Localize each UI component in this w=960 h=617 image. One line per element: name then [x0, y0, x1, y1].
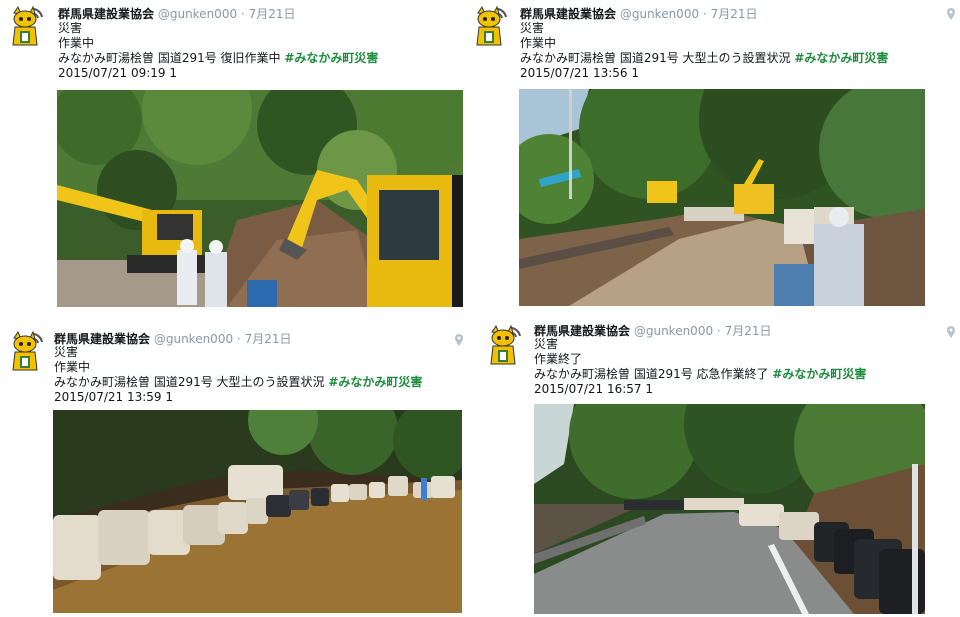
author-name[interactable]: 群馬県建設業協会 — [58, 7, 154, 21]
tweet-line: 災害 — [534, 337, 559, 351]
tweet-timestamp: 2015/07/21 13:56 1 — [520, 66, 640, 80]
author-handle[interactable]: @gunken000 — [158, 7, 237, 21]
author-handle[interactable]: @gunken000 — [634, 324, 713, 338]
hashtag-link[interactable]: #みなかみ町災害 — [794, 51, 888, 65]
tweet-text-line: みなかみ町湯桧曽 国道291号 復旧作業中 #みなかみ町災害 — [58, 51, 378, 66]
separator-dot: · — [240, 7, 245, 21]
hashtag-link[interactable]: #みなかみ町災害 — [328, 375, 422, 389]
location-pin-icon[interactable] — [455, 334, 463, 346]
tweet-card[interactable]: 群馬県建設業協会 @gunken000 · 7月21日 災害 作業中 みなかみ町… — [0, 0, 470, 310]
photo-sandbag-row-icon — [53, 410, 462, 613]
tweet-photo[interactable] — [57, 90, 463, 307]
author-name[interactable]: 群馬県建設業協会 — [534, 324, 630, 338]
tweet-text: みなかみ町湯桧曽 国道291号 応急作業終了 — [534, 367, 769, 381]
tweet-card[interactable]: 群馬県建設業協会 @gunken000 · 7月21日 災害 作業中 みなかみ町… — [0, 320, 470, 617]
separator-dot: · — [716, 324, 721, 338]
photo-excavators-icon — [57, 90, 463, 307]
mascot-avatar-icon[interactable] — [8, 5, 44, 49]
location-pin-icon[interactable] — [947, 326, 955, 338]
tweet-line: 作業中 — [54, 360, 91, 374]
tweet-line: 災害 — [54, 345, 79, 359]
tweet-text: みなかみ町湯桧曽 国道291号 復旧作業中 — [58, 51, 281, 65]
tweet-line: 作業中 — [520, 36, 557, 50]
author-handle[interactable]: @gunken000 — [154, 332, 233, 346]
tweet-date[interactable]: 7月21日 — [249, 7, 296, 21]
tweet-line: 災害 — [520, 21, 545, 35]
mascot-avatar-icon[interactable] — [8, 330, 44, 374]
tweet-timestamp: 2015/07/21 16:57 1 — [534, 382, 654, 396]
photo-cleared-road-icon — [534, 404, 925, 614]
tweet-date[interactable]: 7月21日 — [725, 324, 772, 338]
tweet-card[interactable]: 群馬県建設業協会 @gunken000 · 7月21日 災害 作業中 みなかみ町… — [470, 0, 960, 310]
location-pin-icon[interactable] — [947, 8, 955, 20]
tweet-timestamp: 2015/07/21 13:59 1 — [54, 390, 174, 404]
tweet-card[interactable]: 群馬県建設業協会 @gunken000 · 7月21日 災害 作業終了 みなかみ… — [470, 320, 960, 617]
tweet-date[interactable]: 7月21日 — [711, 7, 758, 21]
photo-sandbags-icon — [519, 89, 925, 306]
tweet-photo[interactable] — [519, 89, 925, 306]
tweet-photo[interactable] — [534, 404, 925, 614]
tweet-line: 作業中 — [58, 36, 95, 50]
tweet-text: みなかみ町湯桧曽 国道291号 大型土のう設置状況 — [54, 375, 325, 389]
tweet-text-line: みなかみ町湯桧曽 国道291号 応急作業終了 #みなかみ町災害 — [534, 367, 866, 382]
author-handle[interactable]: @gunken000 — [620, 7, 699, 21]
mascot-avatar-icon[interactable] — [472, 5, 508, 49]
mascot-avatar-icon[interactable] — [486, 324, 522, 368]
hashtag-link[interactable]: #みなかみ町災害 — [284, 51, 378, 65]
author-name[interactable]: 群馬県建設業協会 — [520, 7, 616, 21]
author-name[interactable]: 群馬県建設業協会 — [54, 332, 150, 346]
tweet-text: みなかみ町湯桧曽 国道291号 大型土のう設置状況 — [520, 51, 791, 65]
tweet-line: 作業終了 — [534, 352, 583, 366]
tweet-timestamp: 2015/07/21 09:19 1 — [58, 66, 178, 80]
tweet-text-line: みなかみ町湯桧曽 国道291号 大型土のう設置状況 #みなかみ町災害 — [520, 51, 888, 66]
separator-dot: · — [702, 7, 707, 21]
tweet-date[interactable]: 7月21日 — [245, 332, 292, 346]
hashtag-link[interactable]: #みなかみ町災害 — [772, 367, 866, 381]
tweet-text-line: みなかみ町湯桧曽 国道291号 大型土のう設置状況 #みなかみ町災害 — [54, 375, 422, 390]
tweet-line: 災害 — [58, 21, 83, 35]
tweet-photo[interactable] — [53, 410, 462, 613]
separator-dot: · — [236, 332, 241, 346]
